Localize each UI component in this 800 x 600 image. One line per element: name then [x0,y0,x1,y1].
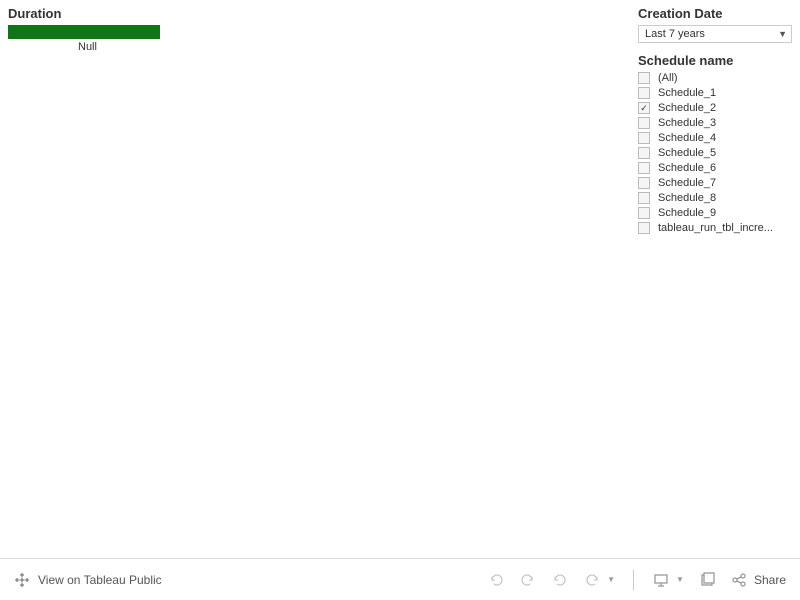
divider [633,570,634,590]
schedule-filter-item[interactable]: Schedule_2 [638,102,792,114]
schedule-filter-label: Schedule_3 [658,117,716,129]
checkbox-icon[interactable] [638,177,650,189]
schedule-filter-label: Schedule_9 [658,207,716,219]
filters-panel: Creation Date Last 7 years ▼ Schedule na… [634,6,792,552]
schedule-filter-label: Schedule_1 [658,87,716,99]
schedule-filter-item[interactable]: Schedule_3 [638,117,792,129]
share-label: Share [754,573,786,587]
checkbox-icon[interactable] [638,192,650,204]
refresh-icon[interactable] [583,571,601,589]
creation-date-title: Creation Date [638,6,792,21]
schedule-filter-item[interactable]: tableau_run_tbl_incre... [638,222,792,234]
checkbox-icon[interactable] [638,147,650,159]
chevron-down-icon: ▼ [778,29,787,39]
view-on-tableau-label: View on Tableau Public [38,573,162,587]
creation-date-value: Last 7 years [645,28,705,40]
checkbox-icon[interactable] [638,87,650,99]
schedule-filter-item[interactable]: Schedule_7 [638,177,792,189]
presentation-icon[interactable] [652,571,670,589]
chevron-down-icon[interactable]: ▼ [676,575,684,584]
redo-icon[interactable] [519,571,537,589]
schedule-filter-item[interactable]: (All) [638,72,792,84]
schedule-filter-item[interactable]: Schedule_8 [638,192,792,204]
schedule-filter-item[interactable]: Schedule_5 [638,147,792,159]
toolbar: View on Tableau Public ▼ ▼ Share [0,558,800,600]
schedule-filter-label: Schedule_5 [658,147,716,159]
checkbox-icon[interactable] [638,132,650,144]
chevron-down-icon[interactable]: ▼ [607,575,615,584]
schedule-filter-label: Schedule_8 [658,192,716,204]
schedule-filter-label: Schedule_7 [658,177,716,189]
schedule-filter-item[interactable]: Schedule_1 [638,87,792,99]
share-button[interactable]: Share [730,571,786,589]
chart-panel: Duration Null [8,6,634,552]
undo-icon[interactable] [487,571,505,589]
checkbox-icon[interactable] [638,162,650,174]
schedule-filter-item[interactable]: Schedule_4 [638,132,792,144]
share-icon [730,571,748,589]
bar-chart: Null [8,25,634,53]
checkbox-icon[interactable] [638,222,650,234]
tableau-logo-icon [14,572,30,588]
toolbar-right: ▼ ▼ Share [487,570,786,590]
view-on-tableau-link[interactable]: View on Tableau Public [14,572,162,588]
schedule-filter-label: Schedule_6 [658,162,716,174]
schedule-filter-label: Schedule_4 [658,132,716,144]
checkbox-icon[interactable] [638,102,650,114]
schedule-filter-list: (All) Schedule_1 Schedule_2 Schedule_3 Sched… [638,72,792,234]
axis-label-null: Null [78,41,634,53]
schedule-name-title: Schedule name [638,53,792,68]
schedule-filter-item[interactable]: Schedule_9 [638,207,792,219]
checkbox-icon[interactable] [638,72,650,84]
schedule-filter-item[interactable]: Schedule_6 [638,162,792,174]
bar-segment[interactable] [8,25,160,39]
checkbox-icon[interactable] [638,117,650,129]
schedule-filter-label: Schedule_2 [658,102,716,114]
chart-title: Duration [8,6,634,21]
replay-icon[interactable] [551,571,569,589]
creation-date-dropdown[interactable]: Last 7 years ▼ [638,25,792,43]
schedule-filter-label: tableau_run_tbl_incre... [658,222,773,234]
download-icon[interactable] [698,571,716,589]
schedule-filter-label: (All) [658,72,678,84]
checkbox-icon[interactable] [638,207,650,219]
